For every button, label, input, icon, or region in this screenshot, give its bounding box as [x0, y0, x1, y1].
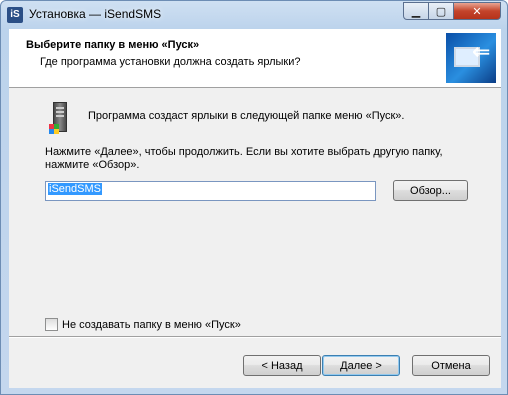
page-title: Выберите папку в меню «Пуск» — [26, 39, 200, 51]
installer-icon: iS — [7, 7, 23, 23]
window-title: Установка — iSendSMS — [29, 7, 162, 21]
back-button[interactable]: < Назад — [243, 355, 321, 376]
next-button[interactable]: Далее > — [322, 355, 400, 376]
instruction-text: Нажмите «Далее», чтобы продолжить. Если … — [45, 146, 443, 171]
start-menu-folder-input[interactable]: iSendSMS — [45, 181, 376, 201]
page-subtitle: Где программа установки должна создать я… — [40, 56, 301, 68]
title-bar[interactable]: iS Установка — iSendSMS ▁ ▢ ✕ — [1, 1, 508, 27]
no-folder-checkbox-label: Не создавать папку в меню «Пуск» — [62, 318, 241, 331]
no-folder-checkbox[interactable] — [45, 318, 58, 331]
close-button[interactable]: ✕ — [453, 2, 501, 20]
footer-divider — [9, 336, 501, 338]
wizard-page: Выберите папку в меню «Пуск» Где програм… — [9, 29, 501, 388]
info-text: Программа создаст ярлыки в следующей пап… — [88, 110, 405, 122]
maximize-button[interactable]: ▢ — [428, 2, 454, 20]
no-folder-option[interactable]: Не создавать папку в меню «Пуск» — [45, 318, 241, 331]
browse-button[interactable]: Обзор... — [393, 180, 468, 201]
monitor-arrow-icon: ⇐ — [446, 33, 496, 83]
program-group-icon — [45, 102, 75, 134]
installer-window: iS Установка — iSendSMS ▁ ▢ ✕ Выберите п… — [0, 0, 508, 395]
minimize-button[interactable]: ▁ — [403, 2, 429, 20]
wizard-header: Выберите папку в меню «Пуск» Где програм… — [9, 29, 501, 88]
folder-value: iSendSMS — [48, 183, 102, 195]
cancel-button[interactable]: Отмена — [412, 355, 490, 376]
